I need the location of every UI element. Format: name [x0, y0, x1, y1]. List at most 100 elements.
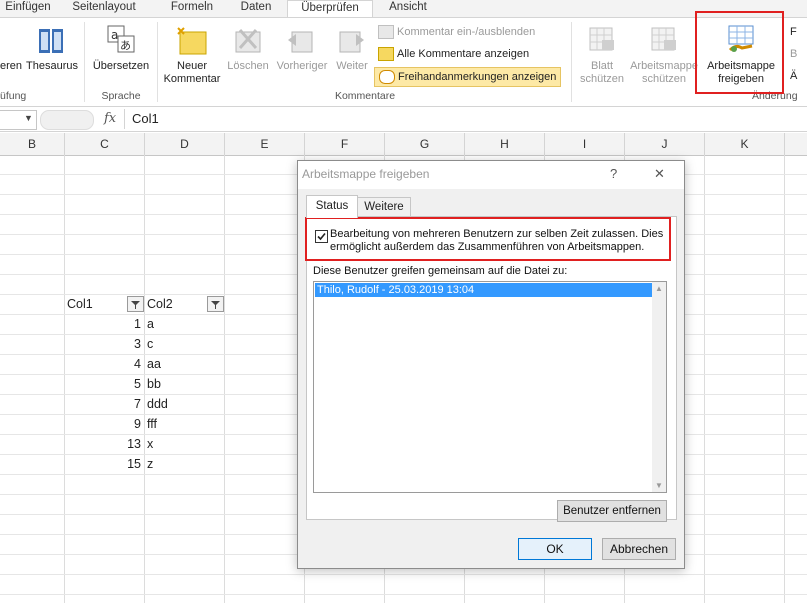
column-header-b[interactable]: B	[0, 133, 65, 155]
scroll-down-icon[interactable]: ▼	[652, 481, 666, 490]
svg-text:あ: あ	[120, 39, 131, 52]
table-cell[interactable]: 5	[65, 374, 141, 394]
tab-status[interactable]: Status	[306, 195, 358, 218]
help-icon[interactable]: ?	[610, 166, 617, 181]
table-cell[interactable]: ddd	[147, 394, 223, 414]
column-header-d[interactable]: D	[145, 133, 225, 155]
gridline	[784, 155, 785, 603]
separator	[157, 22, 158, 102]
tab-weitere-label: Weitere	[364, 201, 404, 213]
list-item[interactable]: Thilo, Rudolf - 25.03.2019 13:04	[315, 283, 653, 297]
tab-weitere[interactable]: Weitere	[357, 197, 411, 218]
vorheriger-button[interactable]: Vorheriger	[272, 60, 332, 73]
loeschen-button[interactable]: Löschen	[224, 60, 272, 73]
dialog-title-bar: Arbeitsmappe freigeben ? ✕	[298, 161, 684, 189]
separator	[571, 22, 572, 102]
arbeitsmappe-schuetzen-l2[interactable]: schützen	[628, 73, 700, 86]
svg-text:a: a	[111, 28, 118, 42]
tab-einfuegen[interactable]: Einfügen	[2, 0, 54, 17]
group-label-sprache: Sprache	[101, 90, 141, 102]
ok-button[interactable]: OK	[518, 538, 592, 560]
cancel-button[interactable]: Abbrechen	[602, 538, 676, 560]
column-header-g[interactable]: G	[385, 133, 465, 155]
delete-comment-icon	[234, 26, 262, 57]
protect-workbook-icon	[650, 26, 678, 57]
blatt-schuetzen-l1[interactable]: Blatt	[574, 60, 630, 73]
tab-formeln[interactable]: Formeln	[164, 0, 220, 17]
column-header-j[interactable]: J	[625, 133, 705, 155]
users-listbox[interactable]: Thilo, Rudolf - 25.03.2019 13:04 ▲ ▼	[313, 281, 667, 493]
table-cell[interactable]: 9	[65, 414, 141, 434]
freihandanmerkungen-button[interactable]: Freihandanmerkungen anzeigen	[374, 67, 562, 87]
column-header-e[interactable]: E	[225, 133, 305, 155]
right-cut-item-2[interactable]: B	[790, 45, 797, 63]
neuer-kommentar-l1[interactable]: Neuer	[160, 60, 224, 73]
tab-panel-status: Bearbeitung von mehreren Benutzern zur s…	[306, 216, 677, 522]
gridline	[144, 155, 145, 603]
gridline	[704, 155, 705, 603]
table-cell[interactable]: 13	[65, 434, 141, 454]
formula-bar-grip	[40, 110, 94, 130]
thesaurus-icon	[36, 26, 66, 59]
highlight-checkbox	[305, 217, 671, 261]
scroll-up-icon[interactable]: ▲	[652, 284, 666, 293]
alle-kommentare-button[interactable]: Alle Kommentare anzeigen	[378, 45, 529, 63]
group-label-pruefung: üfung	[0, 90, 27, 102]
formula-input[interactable]: Col1	[132, 111, 159, 126]
recherche-label-cut[interactable]: eren	[0, 60, 26, 73]
neuer-kommentar-l2[interactable]: Kommentar	[160, 73, 224, 86]
table-cell[interactable]: 3	[65, 334, 141, 354]
table-cell[interactable]: a	[147, 314, 223, 334]
filter-icon	[211, 301, 220, 309]
column-header-f[interactable]: F	[305, 133, 385, 155]
table-cell[interactable]: x	[147, 434, 223, 454]
group-label-kommentare: Kommentare	[334, 90, 396, 102]
filter-dropdown-col1[interactable]	[127, 296, 144, 312]
ribbon: eren Thesaurus üfung aあ Übersetzen Sprac…	[0, 17, 807, 107]
column-header-h[interactable]: H	[465, 133, 545, 155]
tab-daten[interactable]: Daten	[232, 0, 280, 17]
table-cell[interactable]: aa	[147, 354, 223, 374]
ink-annotation-icon	[379, 70, 395, 85]
thesaurus-button[interactable]: Thesaurus	[26, 60, 78, 73]
table-cell[interactable]: 7	[65, 394, 141, 414]
column-header-c[interactable]: C	[65, 133, 145, 155]
previous-comment-icon	[286, 26, 314, 57]
show-hide-comment-icon	[378, 25, 394, 40]
kommentar-ein-ausblenden-button[interactable]: Kommentar ein-/ausblenden	[378, 23, 535, 41]
column-header-i[interactable]: I	[545, 133, 625, 155]
tab-ueberpruefen[interactable]: Überprüfen	[287, 0, 373, 18]
table-header-col2[interactable]: Col2	[147, 294, 207, 314]
table-cell[interactable]: z	[147, 454, 223, 474]
function-icon[interactable]: fx	[104, 111, 116, 126]
column-header-k[interactable]: K	[705, 133, 785, 155]
chevron-down-icon[interactable]: ▼	[24, 113, 33, 123]
arbeitsmappe-schuetzen-l1[interactable]: Arbeitsmappe	[628, 60, 700, 73]
table-cell[interactable]: bb	[147, 374, 223, 394]
share-workbook-dialog: Arbeitsmappe freigeben ? ✕ Status Weiter…	[297, 160, 685, 569]
close-icon[interactable]: ✕	[654, 166, 665, 182]
tab-seitenlayout[interactable]: Seitenlayout	[64, 0, 144, 17]
gridline	[0, 594, 807, 595]
table-cell[interactable]: fff	[147, 414, 223, 434]
table-cell[interactable]: 4	[65, 354, 141, 374]
right-cut-item-1[interactable]: F	[790, 23, 797, 41]
formula-bar: ▼ fx Col1	[0, 107, 807, 132]
protect-sheet-icon	[588, 26, 616, 57]
table-cell[interactable]: c	[147, 334, 223, 354]
weiter-button[interactable]: Weiter	[332, 60, 372, 73]
new-comment-icon	[176, 26, 208, 59]
right-cut-item-3[interactable]: Ä	[790, 67, 797, 85]
listbox-scrollbar[interactable]: ▲ ▼	[652, 282, 666, 492]
blatt-schuetzen-l2[interactable]: schützen	[574, 73, 630, 86]
table-cell[interactable]: 15	[65, 454, 141, 474]
users-label: Diese Benutzer greifen gemeinsam auf die…	[313, 265, 568, 277]
gridline	[224, 155, 225, 603]
tab-ansicht[interactable]: Ansicht	[380, 0, 436, 17]
remove-user-button[interactable]: Benutzer entfernen	[557, 500, 667, 522]
uebersetzen-button[interactable]: Übersetzen	[88, 60, 154, 73]
table-cell[interactable]: 1	[65, 314, 141, 334]
table-header-col1[interactable]: Col1	[67, 294, 127, 314]
filter-dropdown-col2[interactable]	[207, 296, 224, 312]
dialog-title: Arbeitsmappe freigeben	[302, 167, 430, 181]
